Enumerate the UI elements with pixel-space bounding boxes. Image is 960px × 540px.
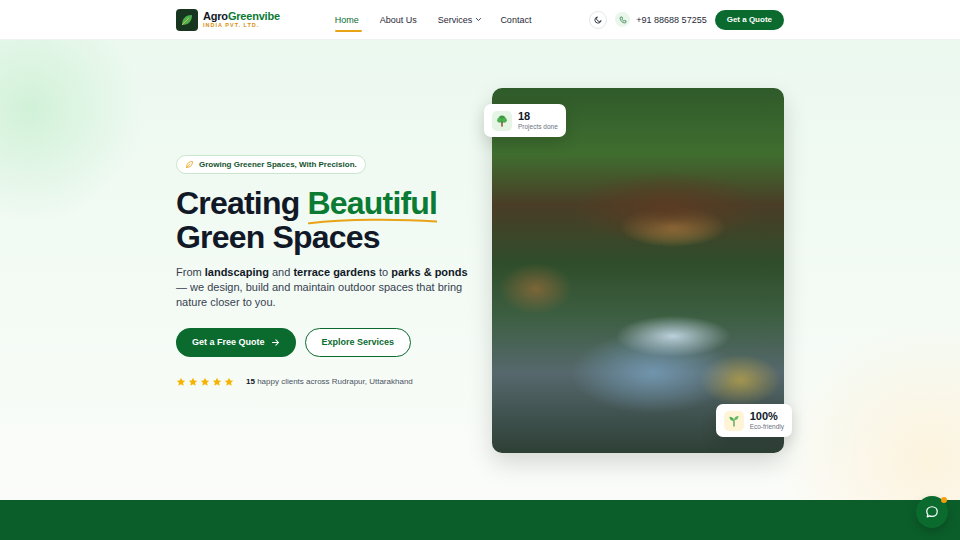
stat-label: Eco-friendly: [750, 422, 784, 431]
stats-band: [0, 500, 960, 540]
nav-label: Contact: [500, 15, 531, 25]
hero-section: Growing Greener Spaces, With Precision. C…: [0, 40, 960, 500]
nav-label: Services: [438, 15, 473, 25]
hero-copy: Growing Greener Spaces, With Precision. C…: [176, 155, 476, 387]
description-text: and: [269, 266, 293, 278]
hero-image-area: 18Projects done 100%Eco-friendly: [492, 88, 784, 453]
brand-tagline: INDIA PVT. LTD.: [203, 22, 280, 29]
get-quote-button[interactable]: Get a Quote: [715, 10, 784, 30]
nav-label: Home: [335, 15, 359, 25]
moon-icon: [594, 15, 603, 24]
phone-number: +91 88688 57255: [636, 15, 706, 25]
title-line: Green Spaces: [176, 220, 437, 254]
logo[interactable]: AgroGreenvibeINDIA PVT. LTD.: [176, 9, 280, 31]
free-quote-button[interactable]: Get a Free Quote: [176, 328, 296, 357]
brand-word: Greenvibe: [228, 10, 280, 22]
emphasis-text: landscaping: [205, 266, 269, 278]
title-highlight: Beautiful: [308, 186, 438, 220]
star-icon: [176, 377, 186, 387]
leaf-icon: [185, 160, 194, 169]
logo-text: AgroGreenvibeINDIA PVT. LTD.: [203, 10, 280, 29]
hero-description: From landscaping and terrace gardens to …: [176, 265, 476, 310]
nav-link[interactable]: Contact: [500, 11, 534, 29]
hero-buttons: Get a Free Quote Explore Services: [176, 328, 411, 357]
tagline-badge: Growing Greener Spaces, With Precision.: [176, 155, 366, 174]
stat-icon-tile: [724, 411, 744, 431]
nav-link[interactable]: Services: [438, 11, 483, 29]
stat-icon-tile: [492, 111, 512, 131]
rating-text: 15 happy clients across Rudrapur, Uttara…: [246, 377, 413, 386]
header-actions: +91 88688 57255 Get a Quote: [589, 10, 784, 30]
rating-row: 15 happy clients across Rudrapur, Uttara…: [176, 377, 413, 387]
hero-inner: Growing Greener Spaces, With Precision. C…: [176, 40, 784, 500]
title-text: Creating: [176, 185, 299, 221]
hero-title: Creating BeautifulGreen Spaces: [176, 186, 437, 254]
logo-leaf-icon: [176, 9, 198, 31]
nav-link[interactable]: Home: [335, 11, 362, 29]
chevron-down-icon: [475, 16, 482, 23]
brand-name: AgroGreenvibe: [203, 10, 280, 22]
chat-bubble-icon: [925, 505, 939, 519]
emphasis-text: terrace gardens: [293, 266, 376, 278]
tree-icon: [495, 114, 509, 128]
dropdown-marker: [475, 16, 482, 23]
main-nav: Home About Us Services Contact: [335, 11, 535, 29]
site-header: AgroGreenvibeINDIA PVT. LTD. Home About Us…: [0, 0, 960, 40]
highlight-text: Beautiful: [308, 185, 438, 221]
theme-toggle[interactable]: [589, 11, 607, 29]
notification-dot: [941, 497, 947, 503]
stat-text: 18Projects done: [518, 110, 558, 131]
nav-link[interactable]: About Us: [380, 11, 420, 29]
title-line: Creating Beautiful: [176, 186, 437, 220]
brand-word: Agro: [203, 10, 228, 22]
phone-link[interactable]: +91 88688 57255: [615, 12, 706, 27]
stat-card: 100%Eco-friendly: [716, 404, 792, 437]
leaf-icon: [179, 12, 195, 28]
description-text: From: [176, 266, 205, 278]
phone-badge: [615, 12, 630, 27]
emphasis-text: parks & ponds: [391, 266, 467, 278]
underline-swoosh: [308, 218, 438, 225]
nav-label: About Us: [380, 15, 417, 25]
star-icon: [224, 377, 234, 387]
star-rating: [176, 377, 234, 387]
star-icon: [200, 377, 210, 387]
button-label: Get a Free Quote: [192, 337, 265, 347]
star-icon: [188, 377, 198, 387]
button-label: Explore Services: [322, 337, 395, 347]
star-icon: [212, 377, 222, 387]
button-label: Get a Quote: [727, 15, 772, 24]
chat-button[interactable]: [916, 496, 948, 528]
badge-text: Growing Greener Spaces, With Precision.: [199, 160, 357, 169]
description-text: to: [376, 266, 391, 278]
sprout-icon: [727, 414, 741, 428]
arrow-right-icon: [271, 338, 280, 347]
description-text: — we design, build and maintain outdoor …: [176, 281, 462, 308]
active-underline: [335, 30, 362, 32]
phone-icon: [619, 16, 627, 24]
stat-label: Projects done: [518, 122, 558, 131]
stat-text: 100%Eco-friendly: [750, 410, 784, 431]
client-count: 15: [246, 377, 255, 386]
garden-photo: [492, 88, 784, 453]
stat-value: 100%: [750, 410, 784, 422]
client-text: happy clients across Rudrapur, Uttarakha…: [257, 377, 413, 386]
header-inner: AgroGreenvibeINDIA PVT. LTD. Home About Us…: [176, 0, 784, 39]
explore-services-button[interactable]: Explore Services: [305, 328, 412, 357]
stat-card: 18Projects done: [484, 104, 566, 137]
stat-value: 18: [518, 110, 558, 122]
